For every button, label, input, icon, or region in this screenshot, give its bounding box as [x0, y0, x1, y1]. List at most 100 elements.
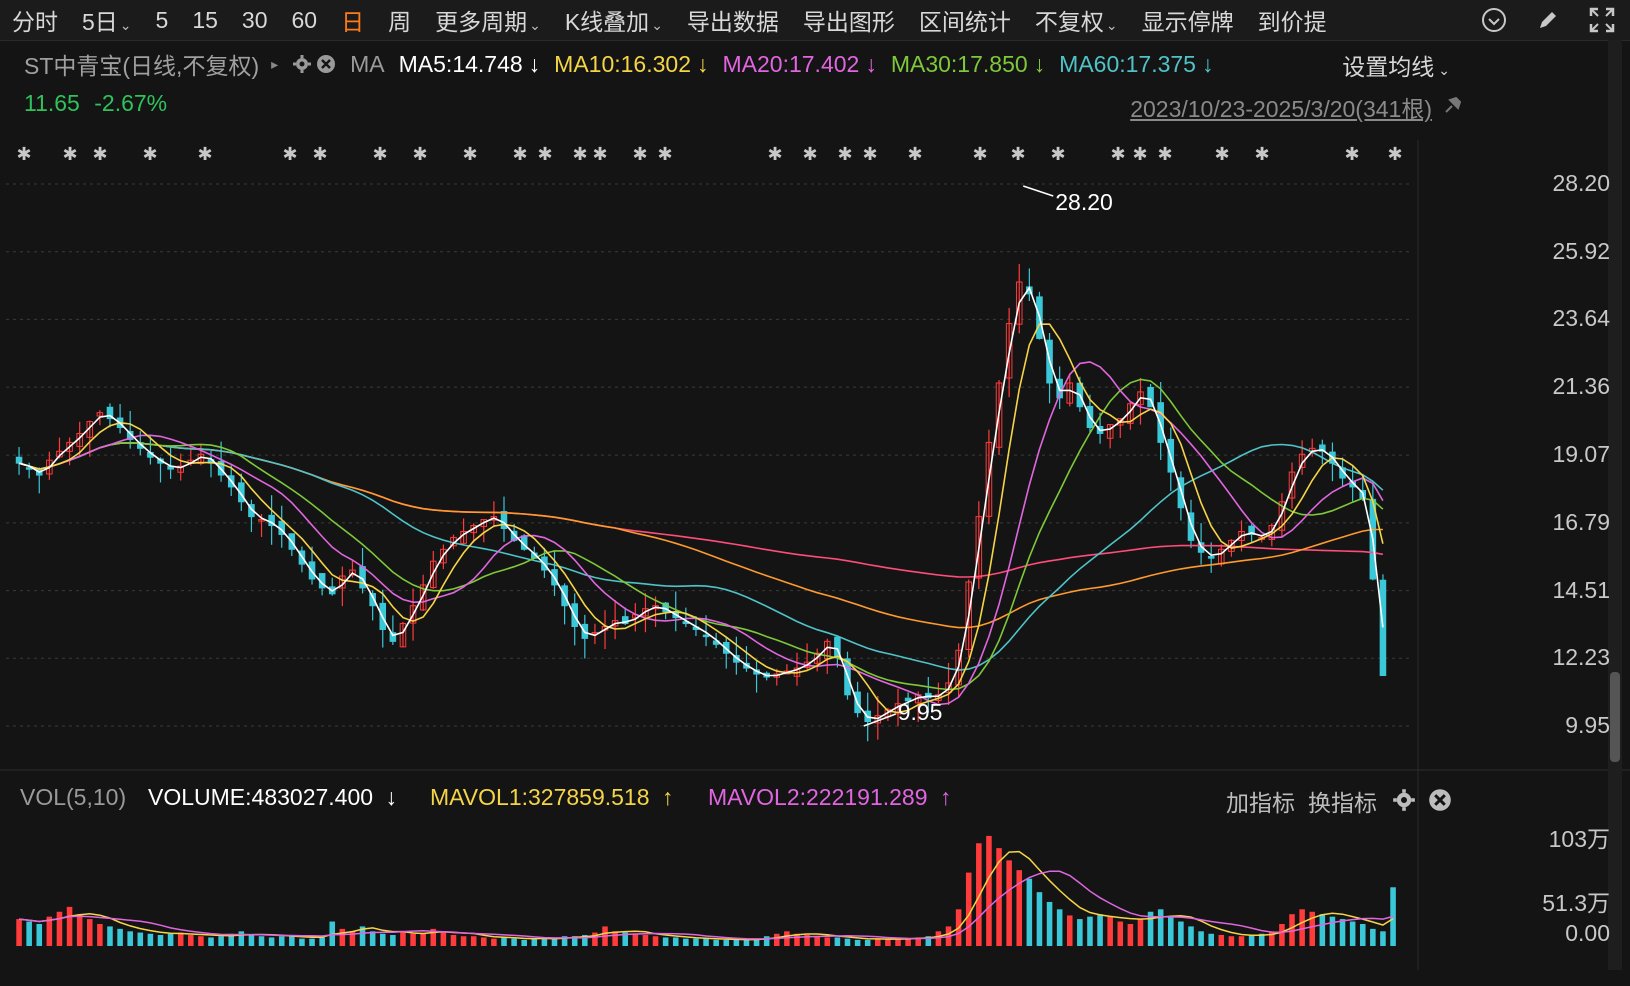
volume-bar [400, 931, 406, 946]
volume-bar [1117, 921, 1124, 946]
volume-bar [147, 933, 154, 946]
volume-bar [319, 937, 325, 946]
volume-bar [1107, 916, 1113, 946]
volume-bar [299, 938, 305, 946]
event-marker-icon: ✱ [767, 144, 782, 165]
volume-bar [410, 933, 416, 946]
mavol1-text: MAVOL1:327859.518 [430, 784, 650, 810]
kline-chart[interactable]: 28.20 9.95 ✱ ✱ ✱ ✱ ✱ ✱ ✱ ✱ ✱ ✱ ✱ ✱ ✱ ✱ ✱ ✱ ✱ ✱ ✱ ✱ ✱ ✱ ✱ ✱ ✱ ✱ ✱ ✱ ✱ ✱ ✱ [0, 0, 1630, 986]
volume-bar [1006, 860, 1012, 946]
volume-bar [157, 934, 164, 946]
volume-bar [1359, 923, 1366, 946]
volume-bar [1188, 926, 1194, 946]
volume-bar [501, 937, 507, 946]
volume-bar [86, 919, 93, 946]
event-marker-icon: ✱ [197, 144, 212, 165]
volume-bar [652, 936, 659, 946]
volume-bar [188, 934, 194, 946]
event-marker-icon: ✱ [16, 144, 31, 165]
volume-bar [1137, 919, 1144, 946]
event-marker-icon: ✱ [312, 144, 327, 165]
price-tick-label: 28.20 [1552, 170, 1610, 196]
volume-bar [844, 938, 851, 946]
event-marker-icon: ✱ [1387, 144, 1402, 165]
price-tick-label: 16.79 [1552, 508, 1610, 535]
volume-bar [511, 938, 517, 946]
close-icon[interactable] [1428, 788, 1452, 818]
volume-bar [1168, 916, 1174, 946]
event-marker-icon: ✱ [972, 144, 987, 165]
event-marker-icon: ✱ [1050, 144, 1065, 165]
event-marker-icon: ✱ [907, 144, 922, 165]
volume-bar [390, 934, 396, 946]
volume-bar [521, 939, 527, 946]
volume-bar [1339, 919, 1346, 946]
ma60-line [18, 442, 1384, 671]
price-tick-label: 9.95 [1565, 712, 1610, 738]
volume-bar [76, 914, 83, 946]
volume-bar [743, 939, 750, 946]
add-indicator-button[interactable]: 加指标 [1226, 784, 1295, 818]
volume-bar [763, 936, 770, 946]
volume-bar [642, 934, 649, 946]
volume-bar [834, 937, 841, 946]
volume-value-text: VOLUME:483027.400 [148, 784, 374, 810]
volume-bar [379, 933, 386, 946]
mavol2-value: MAVOL2:222191.289 ↑ [708, 784, 951, 811]
volume-arrow: ↓ [385, 784, 397, 810]
volume-bar [986, 835, 992, 946]
volume-bar [460, 936, 467, 946]
low-marker-label: 9.95 [898, 699, 943, 725]
volume-bar [36, 923, 43, 946]
volume-value: VOLUME:483027.400 ↓ [148, 784, 397, 811]
volume-bar [1349, 921, 1356, 946]
event-marker-icon: ✱ [1110, 144, 1125, 165]
event-marker-icon: ✱ [1010, 144, 1025, 165]
event-marker-icon: ✱ [657, 144, 672, 165]
event-marker-icon: ✱ [837, 144, 852, 165]
volume-bar [339, 928, 346, 946]
event-marker-icon: ✱ [142, 144, 157, 165]
switch-indicator-button[interactable]: 换指标 [1308, 784, 1377, 818]
event-marker-icon: ✱ [92, 144, 107, 165]
volume-bar [1046, 901, 1053, 946]
event-marker-icon: ✱ [632, 144, 647, 165]
volume-bar [268, 937, 275, 946]
volume-bar [703, 938, 709, 946]
volume-bar [733, 939, 740, 946]
volume-bar [167, 933, 174, 946]
volume-bar [713, 939, 719, 946]
volume-bar [662, 937, 669, 946]
volume-bar [1380, 931, 1386, 946]
volume-bar [238, 931, 245, 946]
gear-icon[interactable] [1392, 788, 1416, 818]
scrollbar-thumb [1610, 672, 1620, 762]
event-marker-icon: ✱ [412, 144, 427, 165]
volume-bar [218, 936, 224, 946]
price-tick-label: 23.64 [1552, 305, 1610, 332]
event-marker-icon: ✱ [1254, 144, 1269, 165]
volume-tick-label: 51.3万 [1542, 890, 1610, 916]
event-marker-icon: ✱ [1214, 144, 1229, 165]
volume-bar [481, 937, 487, 946]
event-marker-icon: ✱ [802, 144, 817, 165]
event-marker-icon: ✱ [512, 144, 527, 165]
volume-bar [1238, 936, 1245, 946]
volume-bar [905, 938, 911, 946]
volume-bar [66, 906, 73, 946]
volume-bar [1248, 934, 1255, 946]
volume-bar [440, 931, 447, 946]
volume-bar [814, 936, 820, 946]
volume-bar [1127, 923, 1134, 946]
scrollbar-track [1608, 40, 1622, 970]
volume-bar [683, 938, 689, 946]
mavol2-text: MAVOL2:222191.289 [708, 784, 928, 810]
volume-bar [1370, 928, 1376, 946]
candle-body [1207, 555, 1215, 559]
event-marker-icon: ✱ [572, 144, 587, 165]
price-tick-label: 19.07 [1552, 441, 1610, 468]
volume-bar [723, 939, 730, 946]
candle-body [702, 634, 710, 638]
volume-bar [1329, 916, 1336, 946]
volume-bar [1097, 914, 1103, 946]
